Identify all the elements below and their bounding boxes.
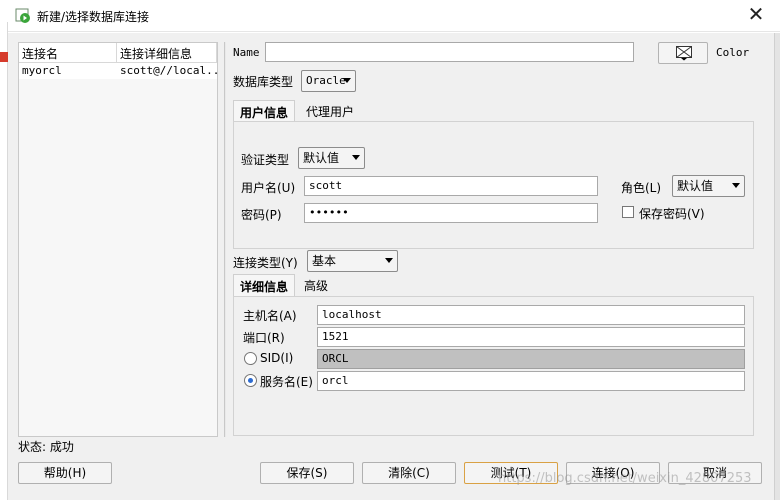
connection-name: myorcl	[22, 64, 62, 77]
help-button[interactable]: 帮助(H)	[18, 462, 112, 484]
name-input[interactable]	[265, 42, 634, 62]
color-picker-button[interactable]	[658, 42, 708, 64]
title-bar: 新建/选择数据库连接 ✕	[0, 0, 780, 32]
name-label: Name	[233, 46, 260, 59]
host-label: 主机名(A)	[243, 309, 297, 323]
password-input[interactable]: ••••••	[304, 203, 598, 223]
connection-list[interactable]: 连接名 连接详细信息 myorcl scott@//local...	[18, 42, 218, 437]
connection-detail: scott@//local...	[120, 64, 217, 77]
password-label: 密码(P)	[241, 208, 282, 222]
tab-advanced[interactable]: 高级	[298, 274, 334, 296]
db-type-select[interactable]: Oracle	[301, 70, 356, 92]
sid-input[interactable]: ORCL	[317, 349, 745, 369]
background-window-marker	[0, 52, 8, 62]
auth-type-label: 验证类型	[241, 153, 290, 167]
port-input[interactable]: 1521	[317, 327, 745, 347]
conn-type-value: 基本	[312, 254, 337, 268]
color-swatch-icon	[676, 46, 692, 61]
save-password-checkbox[interactable]	[622, 206, 634, 218]
save-password-label: 保存密码(V)	[639, 207, 705, 221]
background-window-edge	[0, 22, 8, 500]
conn-type-label: 连接类型(Y)	[233, 256, 298, 270]
conn-type-select[interactable]: 基本	[307, 250, 398, 272]
save-button[interactable]: 保存(S)	[260, 462, 354, 484]
background-window-edge-right	[774, 33, 780, 500]
service-name-radio[interactable]	[244, 374, 257, 387]
role-label: 角色(L)	[621, 181, 662, 195]
tab-user-info[interactable]: 用户信息	[233, 100, 296, 122]
service-name-label: 服务名(E)	[260, 375, 313, 389]
watermark: https://blog.csdn.net/weixin_42807253	[498, 471, 752, 486]
color-label: Color	[716, 46, 750, 59]
port-label: 端口(R)	[243, 331, 285, 345]
window-title: 新建/选择数据库连接	[37, 10, 150, 24]
sql-developer-icon	[15, 8, 30, 23]
column-header-detail[interactable]: 连接详细信息	[117, 43, 217, 62]
chevron-down-icon	[385, 258, 393, 263]
close-icon[interactable]: ✕	[746, 4, 766, 25]
tab-details[interactable]: 详细信息	[233, 274, 296, 296]
role-select[interactable]: 默认值	[672, 175, 745, 197]
connection-list-header: 连接名 连接详细信息	[19, 43, 217, 63]
status-text: 状态: 成功	[18, 440, 74, 454]
tab-proxy-user[interactable]: 代理用户	[300, 100, 360, 122]
sid-radio[interactable]	[244, 352, 257, 365]
role-value: 默认值	[677, 179, 714, 193]
username-input[interactable]: scott	[304, 176, 598, 196]
auth-type-select[interactable]: 默认值	[298, 147, 365, 169]
auth-type-value: 默认值	[303, 151, 340, 165]
db-type-label: 数据库类型	[233, 75, 294, 89]
clear-button[interactable]: 清除(C)	[362, 462, 456, 484]
chevron-down-icon	[343, 78, 351, 83]
sid-label: SID(I)	[260, 351, 294, 365]
host-input[interactable]: localhost	[317, 305, 745, 325]
column-header-name[interactable]: 连接名	[19, 43, 117, 62]
chevron-down-icon	[732, 183, 740, 188]
connection-row[interactable]: myorcl scott@//local...	[19, 63, 217, 79]
db-type-value: Oracle	[306, 74, 346, 87]
service-name-input[interactable]: orcl	[317, 371, 745, 391]
chevron-down-icon	[352, 155, 360, 160]
splitter[interactable]	[224, 42, 226, 437]
username-label: 用户名(U)	[241, 181, 296, 195]
